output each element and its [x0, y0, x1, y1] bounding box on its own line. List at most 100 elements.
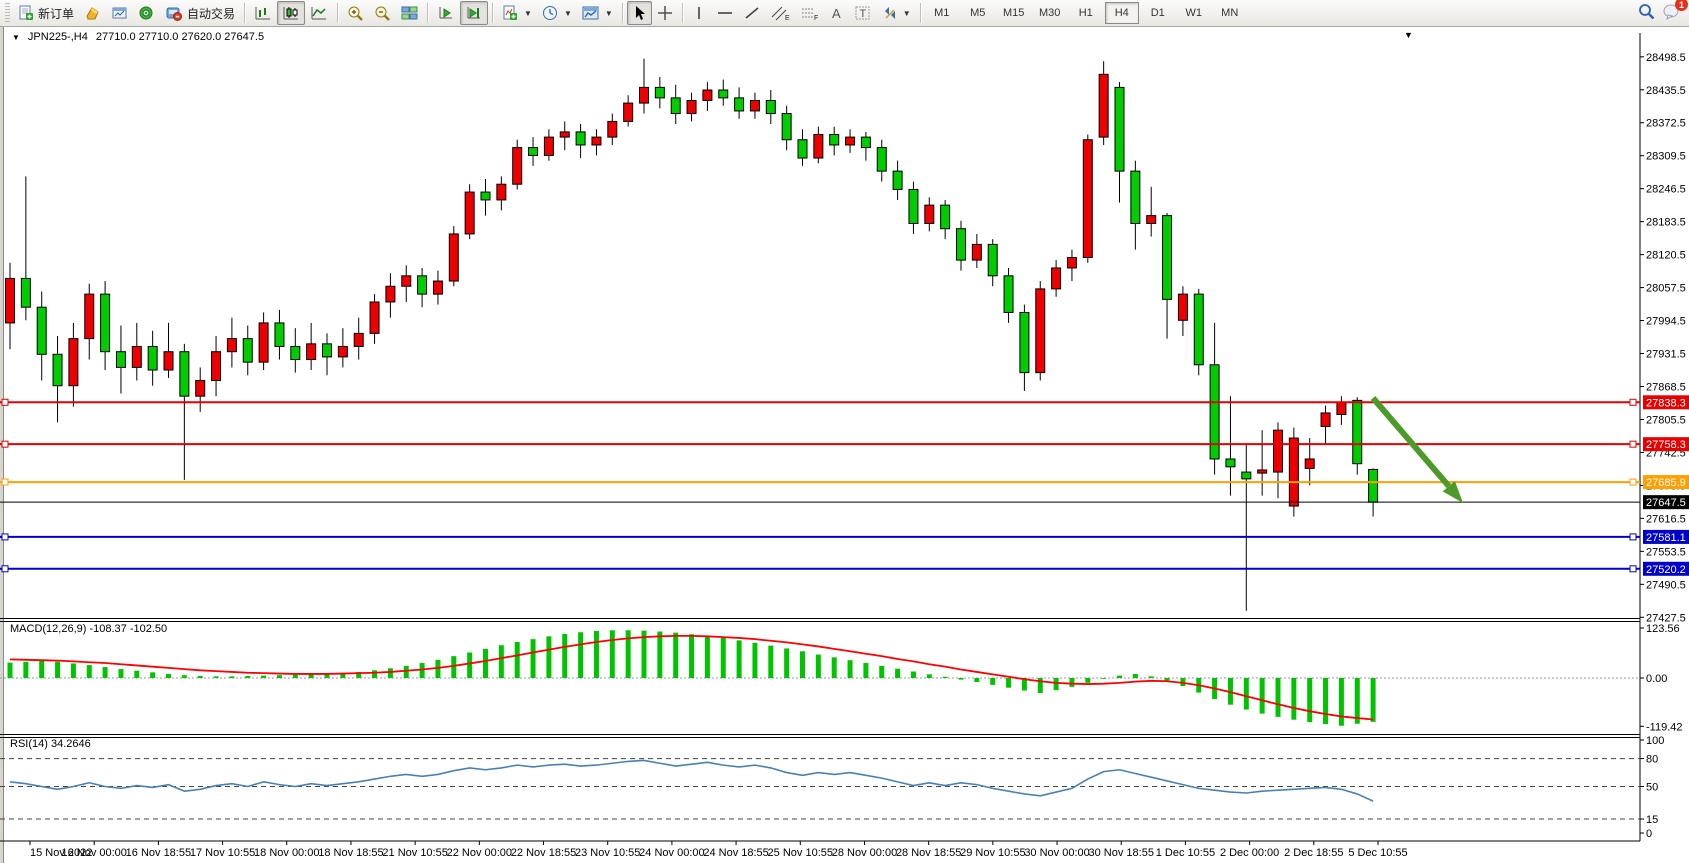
timeframe-button-h4[interactable]: H4	[1105, 2, 1139, 24]
date-label: 16 Nov 18:55	[126, 847, 191, 859]
new-order-button[interactable]: 新订单	[13, 1, 79, 25]
timeframe-button-d1[interactable]: D1	[1141, 2, 1175, 24]
text-label-tool-button[interactable]: T	[849, 1, 877, 25]
candlestick-mode-button[interactable]	[277, 1, 305, 25]
zoom-in-button[interactable]	[342, 1, 369, 25]
candle-body	[576, 132, 585, 145]
crosshair-tool-button[interactable]	[652, 1, 678, 25]
channel-icon: E	[770, 5, 790, 21]
toolbar-separator	[492, 3, 493, 23]
auto-scroll-button[interactable]	[432, 1, 460, 25]
candle-body	[196, 380, 205, 396]
candle-body	[687, 100, 696, 113]
vertical-line-tool-button[interactable]	[687, 1, 711, 25]
price-badge-label: 27838.3	[1646, 397, 1686, 409]
date-label: 2 Dec 00:00	[1220, 847, 1279, 859]
candle-body	[988, 244, 997, 275]
candle-body	[354, 333, 363, 346]
candle-body	[497, 184, 506, 200]
text-label-icon: T	[854, 5, 872, 21]
candle-body	[1305, 459, 1314, 468]
candle-body	[972, 244, 981, 260]
candle-body	[1052, 268, 1061, 289]
fibonacci-tool-button[interactable]: F	[795, 1, 825, 25]
toolbar-separator	[622, 3, 623, 23]
candle-body	[481, 192, 490, 200]
data-window-button[interactable]	[106, 1, 133, 25]
timeframe-button-h1[interactable]: H1	[1069, 2, 1103, 24]
level-anchor	[2, 566, 8, 572]
timeframe-button-m15[interactable]: M15	[997, 2, 1031, 24]
arrows-tool-button[interactable]: ▼	[877, 1, 916, 25]
navigator-button[interactable]	[133, 1, 160, 25]
chart-shift-button[interactable]	[460, 1, 488, 25]
vertical-line-icon	[692, 5, 706, 21]
toolbar-separator	[920, 3, 921, 23]
timeframe-button-mn[interactable]: MN	[1213, 2, 1247, 24]
rsi-indicator-label: RSI(14) 34.2646	[10, 738, 91, 750]
bar-chart-mode-button[interactable]	[249, 1, 277, 25]
market-watch-button[interactable]	[79, 1, 106, 25]
candle-body	[814, 134, 823, 158]
price-tick-label: 28309.5	[1646, 151, 1686, 163]
chart-window[interactable]: ▼ JPN225-,H4 27710.0 27710.0 27620.0 276…	[0, 27, 1689, 863]
date-label: 28 Nov 18:55	[896, 847, 961, 859]
zoom-out-button[interactable]	[369, 1, 396, 25]
date-label: 29 Nov 10:55	[960, 847, 1025, 859]
templates-button[interactable]: ▼	[577, 1, 618, 25]
level-anchor	[2, 399, 8, 405]
rsi-tick-label: 100	[1646, 735, 1664, 747]
candle-body	[1131, 171, 1140, 223]
timeframe-group: M1M5M15M30H1H4D1W1MN	[925, 2, 1247, 24]
tile-windows-button[interactable]	[396, 1, 423, 25]
candle-body	[544, 137, 553, 155]
crosshair-icon	[657, 5, 673, 21]
search-icon[interactable]	[1638, 3, 1655, 23]
chart-shift-icon	[465, 5, 483, 21]
equidistant-channel-tool-button[interactable]: E	[765, 1, 795, 25]
auto-trading-button[interactable]: 自动交易	[160, 1, 240, 25]
candle-body	[370, 302, 379, 333]
candle-body	[402, 276, 411, 286]
dropdown-arrow-icon: ▼	[605, 9, 613, 18]
market-watch-icon	[84, 5, 101, 21]
candle-body	[1258, 470, 1267, 473]
clock-icon	[542, 5, 559, 21]
indicators-button[interactable]: ▼	[497, 1, 537, 25]
rsi-tick-label: 0	[1646, 828, 1652, 840]
candle-body	[291, 346, 300, 359]
notifications-button[interactable]: 1	[1663, 3, 1681, 23]
candle-body	[1083, 140, 1092, 258]
candle-body	[1369, 469, 1378, 502]
trendline-tool-button[interactable]	[739, 1, 765, 25]
text-tool-button[interactable]: A	[825, 1, 849, 25]
candle-body	[719, 90, 728, 98]
horizontal-line-tool-button[interactable]	[711, 1, 739, 25]
candle-body	[180, 352, 189, 396]
toolbar-separator	[682, 3, 683, 23]
trend-annotation-arrow[interactable]	[1373, 398, 1449, 486]
toolbar-grip[interactable]	[5, 3, 10, 23]
periods-button[interactable]: ▼	[537, 1, 577, 25]
line-chart-mode-button[interactable]	[305, 1, 333, 25]
price-tick-label: 28183.5	[1646, 217, 1686, 229]
timeframe-button-m1[interactable]: M1	[925, 2, 959, 24]
auto-trading-label: 自动交易	[187, 5, 235, 22]
chart-canvas[interactable]: 28498.528435.528372.528309.528246.528183…	[0, 27, 1689, 863]
macd-tick-label: -119.42	[1646, 721, 1683, 733]
indicators-icon	[502, 5, 519, 21]
candle-body	[465, 192, 474, 234]
timeframe-button-w1[interactable]: W1	[1177, 2, 1211, 24]
timeframe-button-m30[interactable]: M30	[1033, 2, 1067, 24]
svg-text:A: A	[832, 6, 841, 21]
candle-body	[735, 98, 744, 111]
candle-body	[275, 323, 284, 347]
timeframe-button-m5[interactable]: M5	[961, 2, 995, 24]
macd-tick-label: 123.56	[1646, 623, 1680, 635]
price-badge-label: 27647.5	[1646, 497, 1686, 509]
dropdown-arrow-icon: ▼	[524, 9, 532, 18]
candle-body	[6, 278, 15, 322]
rsi-tick-label: 50	[1646, 782, 1658, 794]
candle-body	[1099, 74, 1108, 137]
cursor-tool-button[interactable]	[627, 1, 652, 25]
